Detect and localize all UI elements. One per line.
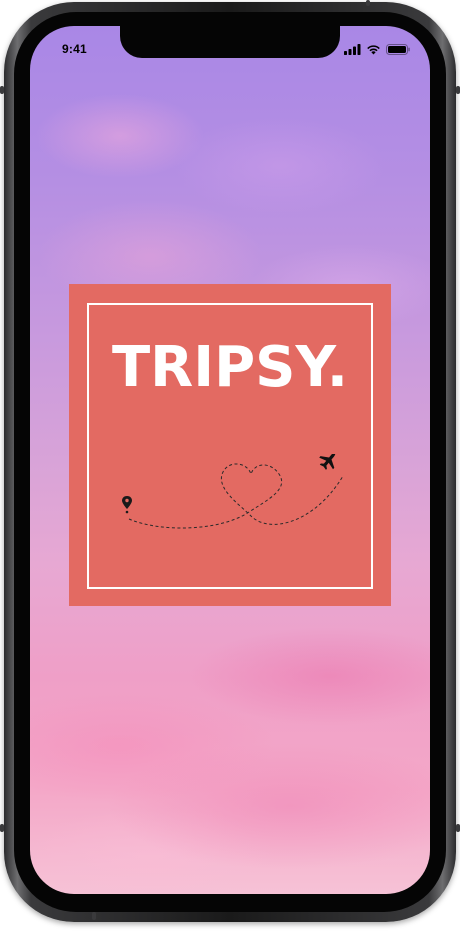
- side-button-left-bottom: [0, 824, 4, 832]
- wifi-icon: [366, 44, 381, 55]
- splash-screen: 9:41 TRIPSY.: [30, 26, 430, 894]
- status-time: 9:41: [62, 42, 87, 56]
- flight-path-graphic: [122, 454, 344, 529]
- notch: [120, 26, 340, 58]
- battery-icon: [386, 43, 410, 55]
- status-icons: [344, 43, 410, 55]
- side-button-right-bottom: [456, 824, 460, 832]
- bottom-button: [92, 912, 96, 920]
- top-button: [366, 0, 370, 6]
- home-indicator: [170, 880, 290, 884]
- side-button-left-top: [0, 86, 4, 94]
- location-pin-icon: [122, 496, 132, 514]
- status-bar: 9:41: [30, 26, 430, 70]
- side-button-right-top: [456, 86, 460, 94]
- app-title: TRIPSY.: [111, 335, 349, 400]
- cellular-signal-icon: [344, 43, 361, 55]
- tripsy-logo: TRIPSY.: [69, 284, 391, 606]
- heart-flight-path: [128, 463, 344, 529]
- airplane-icon: [319, 454, 336, 470]
